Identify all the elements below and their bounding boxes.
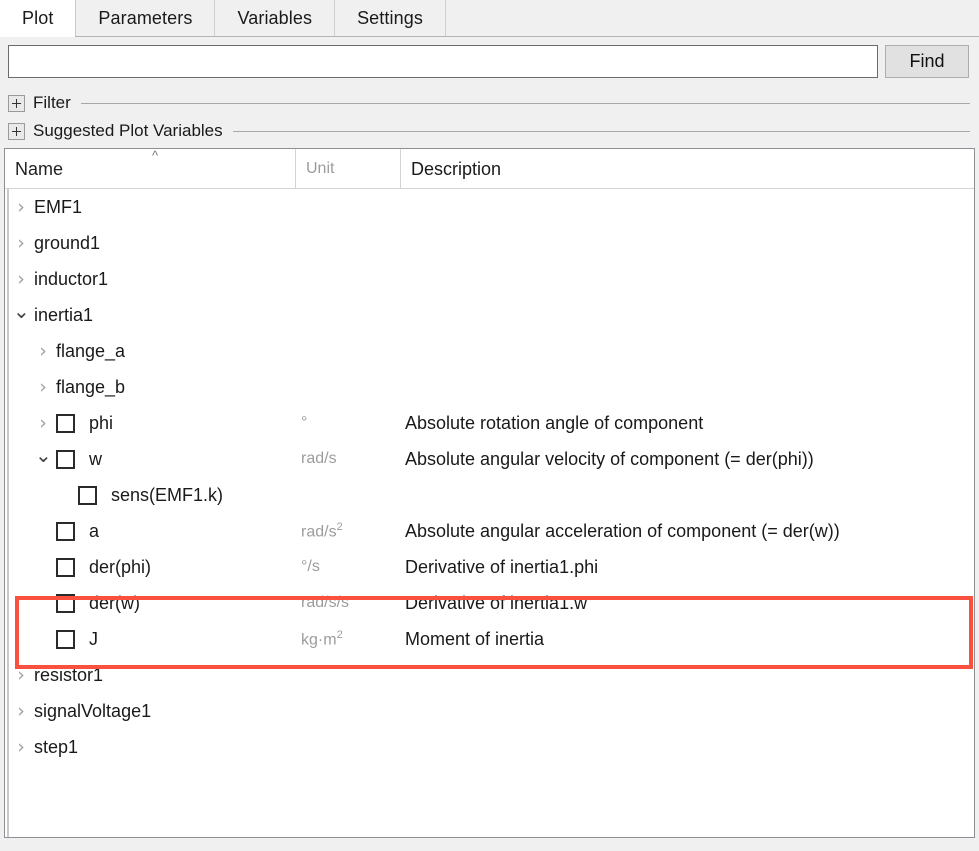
section-filter-label: Filter xyxy=(33,93,71,112)
row-name: resistor1 xyxy=(34,664,104,685)
row-checkbox[interactable] xyxy=(56,629,75,649)
find-button[interactable]: Find xyxy=(885,45,969,78)
tab-bar-filler xyxy=(446,0,979,36)
column-header-description-label: Description xyxy=(411,158,502,179)
section-suggested-plot-variables[interactable]: Suggested Plot Variables xyxy=(0,118,979,144)
search-input[interactable] xyxy=(8,45,878,78)
row-checkbox[interactable] xyxy=(56,521,75,541)
row-name: J xyxy=(89,628,98,649)
row-description: Absolute rotation angle of component xyxy=(405,412,704,433)
row-name: der(phi) xyxy=(89,556,152,577)
row-name: EMF1 xyxy=(34,196,83,217)
row-name: der(w) xyxy=(89,592,141,613)
row-name: flange_a xyxy=(56,340,126,361)
column-header-unit[interactable]: Unit xyxy=(295,149,400,189)
row-name: signalVoltage1 xyxy=(34,700,152,721)
row-description: Absolute angular velocity of component (… xyxy=(405,448,814,469)
tab-variables-label: Variables xyxy=(237,7,313,28)
chevron-down-icon[interactable]: ⌄ xyxy=(13,301,30,323)
row-name: a xyxy=(89,520,100,541)
row-checkbox[interactable] xyxy=(56,449,75,469)
chevron-right-icon[interactable]: › xyxy=(13,666,29,685)
tree-row[interactable]: › inductor1 xyxy=(5,261,974,297)
chevron-right-icon[interactable]: › xyxy=(13,270,29,289)
tree-row[interactable]: Jkg·m2 Moment of inertia xyxy=(5,621,974,657)
row-description: Derivative of inertia1.phi xyxy=(405,556,599,577)
plus-icon[interactable] xyxy=(8,94,25,112)
row-description: Derivative of inertia1.w xyxy=(405,592,588,613)
row-unit: rad/s/s xyxy=(301,594,350,611)
row-name: inductor1 xyxy=(34,268,109,289)
tab-settings[interactable]: Settings xyxy=(335,0,446,36)
row-name: flange_b xyxy=(56,376,126,397)
row-name: w xyxy=(89,448,102,469)
row-name: phi xyxy=(89,412,114,433)
tree-row[interactable]: ⌄ inertia1 xyxy=(5,297,974,333)
chevron-right-icon[interactable]: › xyxy=(35,414,51,433)
tab-plot[interactable]: Plot xyxy=(0,0,77,37)
chevron-right-icon[interactable]: › xyxy=(35,378,51,397)
tab-plot-label: Plot xyxy=(22,7,54,28)
section-divider xyxy=(232,130,970,132)
tree-column-headers: Name ^ Unit Description xyxy=(5,149,974,189)
row-unit: kg·m2 xyxy=(301,628,343,649)
search-row: Find xyxy=(0,38,979,85)
chevron-right-icon[interactable]: › xyxy=(35,342,51,361)
tree-row[interactable]: › resistor1 xyxy=(5,657,974,693)
column-header-unit-label: Unit xyxy=(306,160,335,177)
tree-row[interactable]: › flange_a xyxy=(5,333,974,369)
chevron-right-icon[interactable]: › xyxy=(13,738,29,757)
section-divider xyxy=(80,102,970,104)
tree-row[interactable]: › phi ° Absolute rotation angle of componen… xyxy=(5,405,974,441)
plus-icon[interactable] xyxy=(8,122,25,140)
tab-variables[interactable]: Variables xyxy=(215,0,336,36)
plot-variable-browser: Plot Parameters Variables Settings Find … xyxy=(0,0,979,851)
row-description: Moment of inertia xyxy=(405,628,545,649)
find-button-label: Find xyxy=(909,51,945,71)
tree-row[interactable]: › step1 xyxy=(5,729,974,765)
row-checkbox[interactable] xyxy=(78,485,97,505)
chevron-down-icon[interactable]: ⌄ xyxy=(35,445,52,467)
chevron-right-icon[interactable]: › xyxy=(13,702,29,721)
tree-row[interactable]: › signalVoltage1 xyxy=(5,693,974,729)
row-checkbox[interactable] xyxy=(56,413,75,433)
row-unit: ° xyxy=(301,414,308,431)
row-unit: °/s xyxy=(301,558,320,575)
chevron-right-icon[interactable]: › xyxy=(13,234,29,253)
tree-row[interactable]: › ground1 xyxy=(5,225,974,261)
row-unit: rad/s2 xyxy=(301,520,343,541)
tree-row[interactable]: › EMF1 xyxy=(5,189,974,225)
row-description: Absolute angular acceleration of compone… xyxy=(405,520,840,541)
row-name: step1 xyxy=(34,736,79,757)
tree-row[interactable]: ⌄ w rad/s Absolute angular velocity of comp… xyxy=(5,441,974,477)
row-name: sens(EMF1.k) xyxy=(111,484,224,505)
chevron-right-icon[interactable]: › xyxy=(13,198,29,217)
row-name: inertia1 xyxy=(34,304,94,325)
tab-parameters[interactable]: Parameters xyxy=(76,0,216,36)
row-checkbox[interactable] xyxy=(56,593,75,613)
caret-up-icon: ^ xyxy=(151,148,159,163)
row-unit: rad/s xyxy=(301,450,337,467)
tab-parameters-label: Parameters xyxy=(98,7,193,28)
section-suggested-label: Suggested Plot Variables xyxy=(33,121,223,140)
tree-row[interactable]: a rad/s2 Absolute angular acceleration of … xyxy=(5,513,974,549)
row-name: ground1 xyxy=(34,232,101,253)
column-header-description[interactable]: Description xyxy=(400,149,974,189)
tree-row[interactable]: der(w) rad/s/s Derivative of inertia1.w xyxy=(5,585,974,621)
column-header-name-label: Name xyxy=(15,158,64,179)
tree-row[interactable]: sens(EMF1.k) xyxy=(5,477,974,513)
variable-tree-panel: Name ^ Unit Description › EMF1 › ground1 › in… xyxy=(4,148,975,838)
tab-bar: Plot Parameters Variables Settings xyxy=(0,0,979,37)
tree-row[interactable]: › flange_b xyxy=(5,369,974,405)
variable-tree-list[interactable]: › EMF1 › ground1 › inductor1 ⌄ inertia1 › flange_… xyxy=(5,189,974,837)
tab-settings-label: Settings xyxy=(357,7,423,28)
row-checkbox[interactable] xyxy=(56,557,75,577)
tree-row[interactable]: der(phi) °/s Derivative of inertia1.phi xyxy=(5,549,974,585)
section-filter[interactable]: Filter xyxy=(0,90,979,116)
